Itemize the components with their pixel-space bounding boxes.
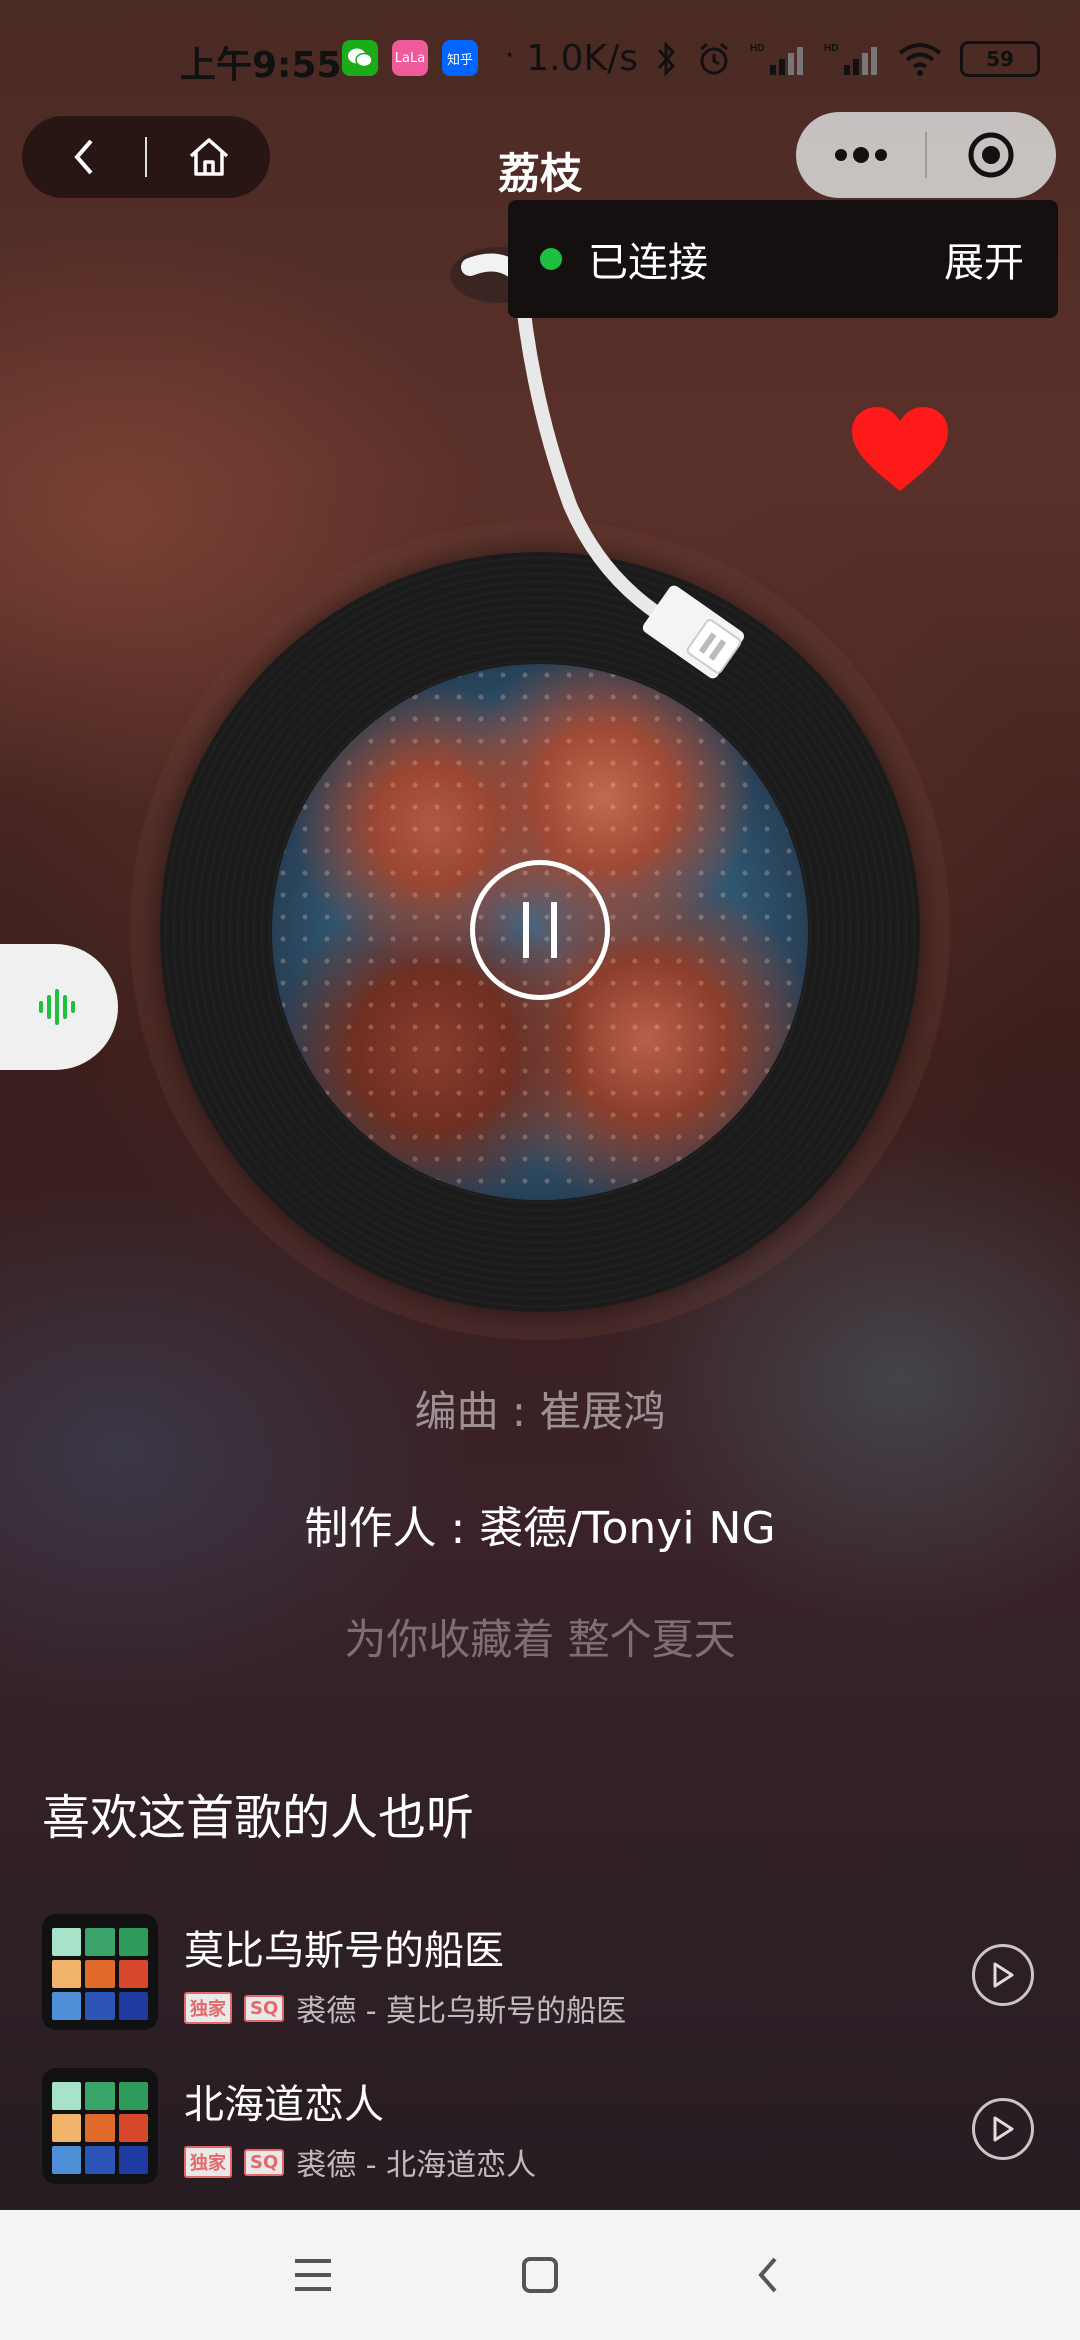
square-icon <box>521 2257 558 2293</box>
close-miniprogram-button[interactable] <box>927 112 1056 198</box>
menu-capsule <box>796 112 1056 198</box>
system-navigation-bar <box>0 2210 1080 2340</box>
pause-button[interactable] <box>470 860 610 1000</box>
song-title: 北海道恋人 <box>184 2082 384 2128</box>
lyric-previous: 编曲 : 崔展鸿 <box>414 1387 666 1436</box>
more-button[interactable] <box>796 112 925 198</box>
network-speed: 1.0K/s <box>526 38 638 79</box>
tonearm <box>450 247 745 679</box>
svg-text:HD: HD <box>824 43 838 54</box>
song-meta: 独家 SQ 裘德 - 北海道恋人 <box>184 2140 536 2184</box>
status-bar: 上午9:55 LaLa 知乎 · 1.0K/s HD HD 59 <box>0 0 1080 110</box>
chevron-left-icon <box>757 2257 777 2293</box>
signal-hd-icon: HD <box>750 43 803 75</box>
signal-hd-icon-2: HD <box>824 43 877 75</box>
back-system-button[interactable] <box>727 2235 807 2315</box>
play-song-button[interactable] <box>972 2098 1034 2160</box>
expand-button[interactable]: 展开 <box>944 230 1024 288</box>
lyric-next: 为你收藏着 整个夏天 <box>344 1615 736 1664</box>
play-icon <box>993 1962 1014 1988</box>
status-time: 上午9:55 <box>180 45 342 86</box>
lyric-current: 制作人 : 裘德/Tonyi NG <box>304 1503 776 1554</box>
svg-text:HD: HD <box>750 43 764 54</box>
battery-indicator: 59 <box>960 40 1040 77</box>
connection-status-text: 已连接 <box>588 240 708 286</box>
recents-button[interactable] <box>273 2235 353 2315</box>
wifi-icon <box>898 42 942 76</box>
target-icon <box>968 132 1014 178</box>
exclusive-tag: 独家 <box>184 2146 232 2178</box>
song-subtitle: 裘德 - 莫比乌斯号的船医 <box>296 1994 627 2029</box>
menu-lines-icon <box>295 2259 332 2291</box>
sound-wave-tab[interactable] <box>0 944 118 1070</box>
song-title: 莫比乌斯号的船医 <box>184 1928 504 1974</box>
connected-status-dot <box>540 248 562 270</box>
recommendations-title: 喜欢这首歌的人也听 <box>42 1790 475 1846</box>
song-row[interactable]: 北海道恋人 独家 SQ 裘德 - 北海道恋人 <box>0 2060 1080 2200</box>
more-dots-icon <box>834 147 887 163</box>
pause-icon-bar-left <box>523 902 529 958</box>
song-cover-thumbnail <box>42 2068 158 2184</box>
play-song-button[interactable] <box>972 1944 1034 2006</box>
sq-quality-tag: SQ <box>244 1994 285 2022</box>
lalala-app-icon: LaLa <box>392 40 428 76</box>
favorite-heart-icon[interactable] <box>850 405 950 495</box>
bluetooth-icon <box>657 40 676 77</box>
song-meta: 独家 SQ 裘德 - 莫比乌斯号的船医 <box>184 1986 626 2030</box>
exclusive-tag: 独家 <box>184 1992 232 2024</box>
status-separator: · <box>505 38 515 73</box>
zhihu-app-icon: 知乎 <box>442 40 478 76</box>
home-system-button[interactable] <box>500 2235 580 2315</box>
sq-quality-tag: SQ <box>244 2148 285 2176</box>
connection-banner: 已连接 展开 <box>508 200 1058 318</box>
song-subtitle: 裘德 - 北海道恋人 <box>296 2148 537 2183</box>
play-icon <box>993 2116 1014 2142</box>
song-cover-thumbnail <box>42 1914 158 2030</box>
alarm-icon <box>700 42 728 74</box>
wechat-app-icon <box>342 40 378 76</box>
status-indicators: 1.0K/s HD HD 59 <box>526 38 1040 79</box>
sound-wave-icon <box>39 989 75 1025</box>
pause-icon-bar-right <box>551 902 557 958</box>
song-row[interactable]: 莫比乌斯号的船医 独家 SQ 裘德 - 莫比乌斯号的船医 <box>0 1906 1080 2046</box>
